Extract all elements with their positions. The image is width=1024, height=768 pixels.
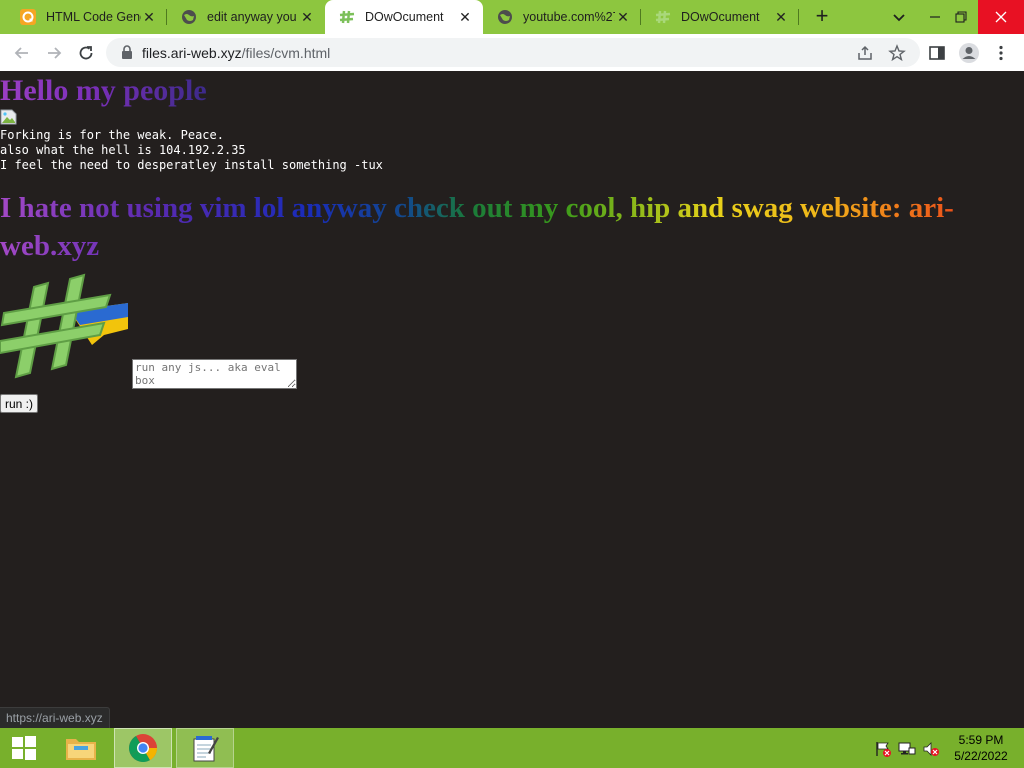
restore-button[interactable]: [944, 0, 978, 34]
tab-title: edit anyway you l: [207, 10, 299, 24]
clock-time: 5:59 PM: [958, 733, 1004, 747]
profile-button[interactable]: [956, 40, 982, 66]
url-host: files.ari-web.xyz: [142, 45, 242, 61]
eval-input[interactable]: [132, 359, 297, 389]
address-bar[interactable]: files.ari-web.xyz/files/cvm.html: [106, 38, 920, 67]
page-heading: Hello my people: [0, 74, 207, 107]
tab-title: youtube.com%27: [523, 10, 615, 24]
taskbar-chrome[interactable]: [114, 728, 172, 768]
side-panel-icon: [929, 46, 945, 60]
windows-logo-icon: [12, 736, 36, 760]
star-icon: [888, 44, 906, 62]
broken-image-icon: [0, 109, 18, 125]
forward-arrow-icon: [48, 47, 62, 59]
close-icon[interactable]: ✕: [299, 9, 315, 25]
taskbar-notepad[interactable]: [176, 728, 234, 768]
tab-dowocument[interactable]: DOwOcument ✕: [641, 0, 799, 34]
network-icon[interactable]: [898, 740, 916, 758]
url-text: files.ari-web.xyz/files/cvm.html: [142, 45, 330, 61]
hashtag-logo-icon: [655, 9, 671, 25]
page-content: Hello my people Forking is for the weak.…: [0, 71, 1024, 728]
back-button[interactable]: [9, 40, 35, 66]
tab-search-chevron-icon[interactable]: [889, 7, 909, 27]
system-clock[interactable]: 5:59 PM 5/22/2022: [946, 732, 1016, 764]
clock-date: 5/22/2022: [954, 749, 1008, 763]
restore-icon: [955, 11, 967, 23]
close-icon[interactable]: ✕: [141, 9, 157, 25]
text-line: Forking is for the weak. Peace.: [0, 128, 224, 142]
taskbar-file-explorer[interactable]: [52, 728, 110, 768]
volume-muted-icon[interactable]: [922, 740, 940, 758]
share-icon: [858, 45, 872, 60]
close-icon: [995, 11, 1007, 23]
bookmark-button[interactable]: [884, 40, 910, 66]
kebab-menu-icon: [999, 45, 1003, 61]
status-bar-url: https://ari-web.xyz: [0, 707, 110, 728]
tab-html-code-generator[interactable]: HTML Code Gene ✕: [6, 0, 167, 34]
text-line: I feel the need to desperatley install s…: [0, 158, 383, 172]
tab-edit-anyway[interactable]: edit anyway you l ✕: [167, 0, 325, 34]
notepad-icon: [193, 736, 219, 762]
tab-strip: HTML Code Gene ✕ edit anyway you l ✕ DOw…: [0, 0, 1024, 34]
globe-icon: [497, 9, 513, 25]
url-path: /files/cvm.html: [241, 45, 331, 61]
reload-icon: [79, 46, 93, 60]
minimize-icon: [930, 16, 940, 18]
share-button[interactable]: [852, 40, 878, 66]
text-line: also what the hell is 104.192.2.35: [0, 143, 246, 157]
file-explorer-icon: [66, 739, 96, 760]
close-icon[interactable]: ✕: [457, 9, 473, 25]
tab-title: DOwOcument: [681, 10, 760, 24]
window-close-button[interactable]: [978, 0, 1024, 34]
tab-separator: [798, 9, 799, 25]
side-panel-button[interactable]: [924, 40, 950, 66]
flag-icon[interactable]: [874, 740, 892, 758]
text-lines: Forking is for the weak. Peace. also what…: [0, 128, 383, 173]
tab-youtube[interactable]: youtube.com%27 ✕: [483, 0, 641, 34]
new-tab-button[interactable]: +: [810, 5, 834, 29]
tab-dowocument-active[interactable]: DOwOcument ✕: [325, 0, 483, 34]
hashtag-logo-icon: [339, 9, 355, 25]
chrome-icon: [129, 734, 157, 762]
browser-toolbar: files.ari-web.xyz/files/cvm.html: [0, 34, 1024, 72]
tab-title: DOwOcument: [365, 10, 444, 24]
run-button[interactable]: run :): [0, 394, 39, 413]
taskbar: 5:59 PM 5/22/2022: [0, 728, 1024, 768]
profile-avatar-icon: [959, 43, 979, 63]
close-icon[interactable]: ✕: [773, 9, 789, 25]
hashtag-flag-logo: [0, 273, 130, 381]
forward-button[interactable]: [41, 40, 67, 66]
start-button[interactable]: [0, 728, 48, 768]
reload-button[interactable]: [73, 40, 99, 66]
rainbow-heading: I hate not using vim lol anyway check ou…: [0, 189, 1020, 265]
globe-icon: [181, 9, 197, 25]
back-arrow-icon: [14, 47, 28, 59]
close-icon[interactable]: ✕: [615, 9, 631, 25]
html-code-generator-icon: [20, 9, 36, 25]
menu-button[interactable]: [988, 40, 1014, 66]
lock-icon[interactable]: [120, 45, 134, 65]
tab-title: HTML Code Gene: [46, 10, 141, 24]
